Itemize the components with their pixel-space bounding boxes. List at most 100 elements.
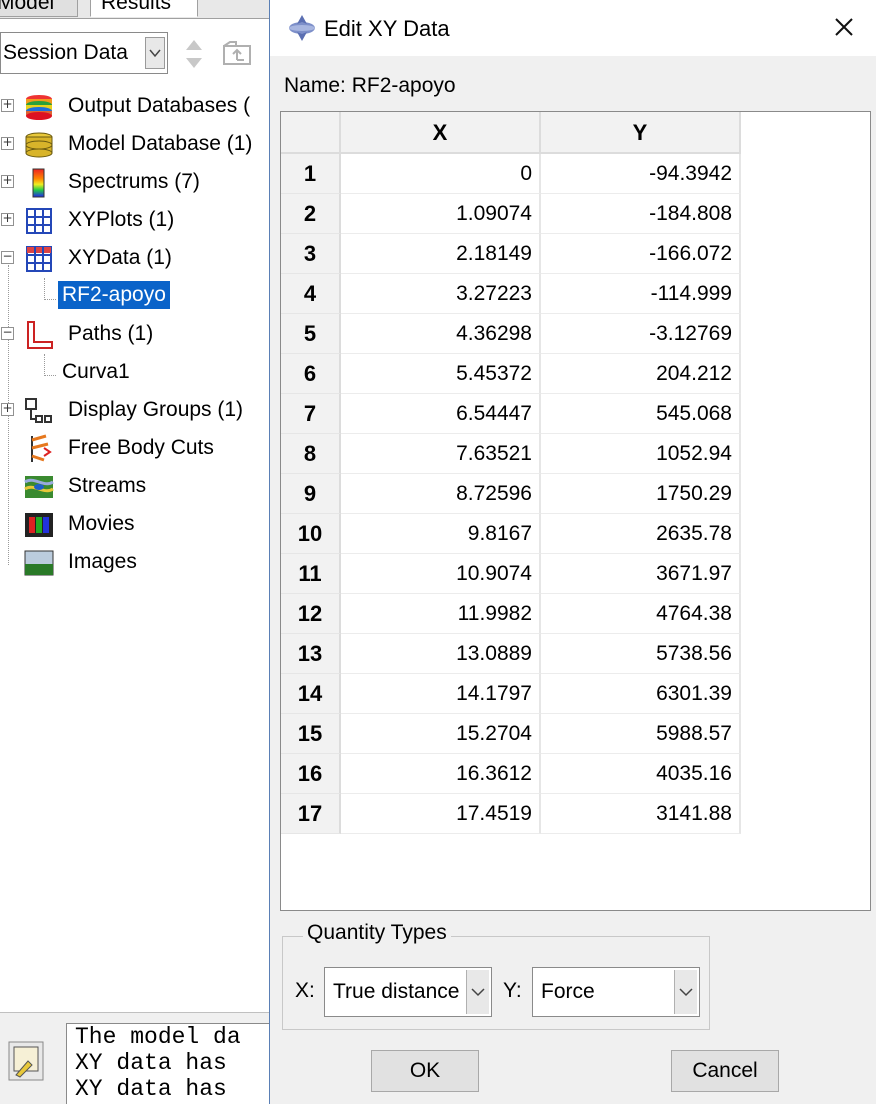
row-header[interactable]: 4 bbox=[281, 274, 341, 314]
row-header[interactable]: 6 bbox=[281, 354, 341, 394]
row-header[interactable]: 13 bbox=[281, 634, 341, 674]
message-pencil-icon[interactable] bbox=[8, 1041, 44, 1081]
cell-x[interactable]: 8.72596 bbox=[341, 474, 541, 514]
x-quantity-select[interactable]: True distance bbox=[324, 967, 492, 1017]
cell-y[interactable]: -166.072 bbox=[541, 234, 741, 274]
tree-line bbox=[44, 299, 56, 300]
expand-toggle[interactable]: + bbox=[1, 136, 14, 150]
tree-line bbox=[44, 278, 45, 300]
table-corner[interactable] bbox=[281, 112, 341, 154]
message-log[interactable]: The model da XY data has XY data has bbox=[66, 1023, 270, 1104]
column-header-x[interactable]: X bbox=[341, 112, 541, 154]
row-header[interactable]: 11 bbox=[281, 554, 341, 594]
chevron-down-icon[interactable] bbox=[466, 970, 489, 1014]
row-header[interactable]: 8 bbox=[281, 434, 341, 474]
cell-y[interactable]: 5738.56 bbox=[541, 634, 741, 674]
row-header[interactable]: 14 bbox=[281, 674, 341, 714]
abaqus-app-icon bbox=[289, 15, 315, 41]
y-quantity-value: Force bbox=[541, 980, 595, 1003]
cell-x[interactable]: 2.18149 bbox=[341, 234, 541, 274]
cell-x[interactable]: 9.8167 bbox=[341, 514, 541, 554]
session-data-select[interactable]: Session Data bbox=[0, 32, 168, 74]
row-header[interactable]: 15 bbox=[281, 714, 341, 754]
cell-x[interactable]: 4.36298 bbox=[341, 314, 541, 354]
tree-item-label: Images bbox=[68, 550, 137, 573]
expand-toggle[interactable]: + bbox=[1, 98, 14, 112]
cell-y[interactable]: 204.212 bbox=[541, 354, 741, 394]
cell-y[interactable]: 3141.88 bbox=[541, 794, 741, 834]
row-header[interactable]: 5 bbox=[281, 314, 341, 354]
cell-y[interactable]: 4035.16 bbox=[541, 754, 741, 794]
path-icon bbox=[27, 321, 53, 349]
chevron-down-icon[interactable] bbox=[674, 970, 697, 1014]
cell-y[interactable]: 5988.57 bbox=[541, 714, 741, 754]
row-header[interactable]: 3 bbox=[281, 234, 341, 274]
cell-y[interactable]: -3.12769 bbox=[541, 314, 741, 354]
cell-y[interactable]: 1052.94 bbox=[541, 434, 741, 474]
column-header-y[interactable]: Y bbox=[541, 112, 741, 154]
xy-data-name: Name: RF2-apoyo bbox=[284, 74, 456, 98]
row-header[interactable]: 12 bbox=[281, 594, 341, 634]
tab-model[interactable]: Model bbox=[0, 0, 78, 17]
tree-line bbox=[44, 375, 56, 376]
collapse-toggle[interactable]: − bbox=[1, 250, 14, 264]
row-header[interactable]: 1 bbox=[281, 154, 341, 194]
cell-x[interactable]: 17.4519 bbox=[341, 794, 541, 834]
cell-y[interactable]: -94.3942 bbox=[541, 154, 741, 194]
row-header[interactable]: 17 bbox=[281, 794, 341, 834]
cell-x[interactable]: 3.27223 bbox=[341, 274, 541, 314]
up-level-icon[interactable] bbox=[222, 40, 252, 71]
cell-y[interactable]: 545.068 bbox=[541, 394, 741, 434]
cell-y[interactable]: 4764.38 bbox=[541, 594, 741, 634]
message-line: XY data has bbox=[75, 1076, 227, 1102]
xy-data-table[interactable]: X Y 1 0 -94.3942 2 1.09074 -184.808 3 2.18149 -1… bbox=[280, 111, 871, 911]
row-header[interactable]: 7 bbox=[281, 394, 341, 434]
cell-y[interactable]: -114.999 bbox=[541, 274, 741, 314]
tree-item-curva1[interactable]: Curva1 bbox=[58, 358, 134, 386]
cell-x[interactable]: 7.63521 bbox=[341, 434, 541, 474]
model-tree-panel: Model Results Session Data + Output Data… bbox=[0, 0, 270, 1104]
tree-item-label: Model Database (1) bbox=[68, 132, 253, 155]
x-quantity-label: X: bbox=[295, 979, 315, 1002]
dialog-titlebar[interactable]: Edit XY Data bbox=[270, 0, 876, 56]
cell-x[interactable]: 10.9074 bbox=[341, 554, 541, 594]
ok-button[interactable]: OK bbox=[371, 1050, 479, 1092]
chevron-down-icon[interactable] bbox=[145, 37, 165, 69]
free-body-cut-icon bbox=[31, 434, 52, 462]
cell-x[interactable]: 1.09074 bbox=[341, 194, 541, 234]
xyplot-grid-icon bbox=[26, 208, 52, 234]
expand-toggle[interactable]: + bbox=[1, 212, 14, 226]
cell-y[interactable]: 3671.97 bbox=[541, 554, 741, 594]
spectrum-icon bbox=[32, 168, 45, 198]
movie-film-icon bbox=[25, 513, 53, 537]
row-header[interactable]: 16 bbox=[281, 754, 341, 794]
row-header[interactable]: 9 bbox=[281, 474, 341, 514]
cell-x[interactable]: 6.54447 bbox=[341, 394, 541, 434]
cell-x[interactable]: 0 bbox=[341, 154, 541, 194]
cell-y[interactable]: 2635.78 bbox=[541, 514, 741, 554]
expand-toggle[interactable]: + bbox=[1, 174, 14, 188]
cell-y[interactable]: -184.808 bbox=[541, 194, 741, 234]
cell-x[interactable]: 16.3612 bbox=[341, 754, 541, 794]
cell-x[interactable]: 5.45372 bbox=[341, 354, 541, 394]
close-icon[interactable] bbox=[830, 13, 858, 41]
expand-toggle[interactable]: + bbox=[1, 402, 14, 416]
cell-x[interactable]: 14.1797 bbox=[341, 674, 541, 714]
model-database-icon bbox=[25, 132, 53, 158]
tab-results[interactable]: Results bbox=[90, 0, 198, 17]
cell-y[interactable]: 6301.39 bbox=[541, 674, 741, 714]
row-header[interactable]: 10 bbox=[281, 514, 341, 554]
y-quantity-label: Y: bbox=[503, 979, 522, 1002]
cell-x[interactable]: 11.9982 bbox=[341, 594, 541, 634]
cell-x[interactable]: 15.2704 bbox=[341, 714, 541, 754]
up-down-arrows-icon[interactable] bbox=[183, 36, 205, 77]
session-select-value: Session Data bbox=[3, 41, 128, 64]
name-label: Name: bbox=[284, 74, 346, 97]
cell-y[interactable]: 1750.29 bbox=[541, 474, 741, 514]
y-quantity-select[interactable]: Force bbox=[532, 967, 700, 1017]
tree-item-rf2-apoyo[interactable]: RF2-apoyo bbox=[58, 281, 170, 309]
row-header[interactable]: 2 bbox=[281, 194, 341, 234]
cancel-button[interactable]: Cancel bbox=[671, 1050, 779, 1092]
cell-x[interactable]: 13.0889 bbox=[341, 634, 541, 674]
collapse-toggle[interactable]: − bbox=[1, 326, 14, 340]
